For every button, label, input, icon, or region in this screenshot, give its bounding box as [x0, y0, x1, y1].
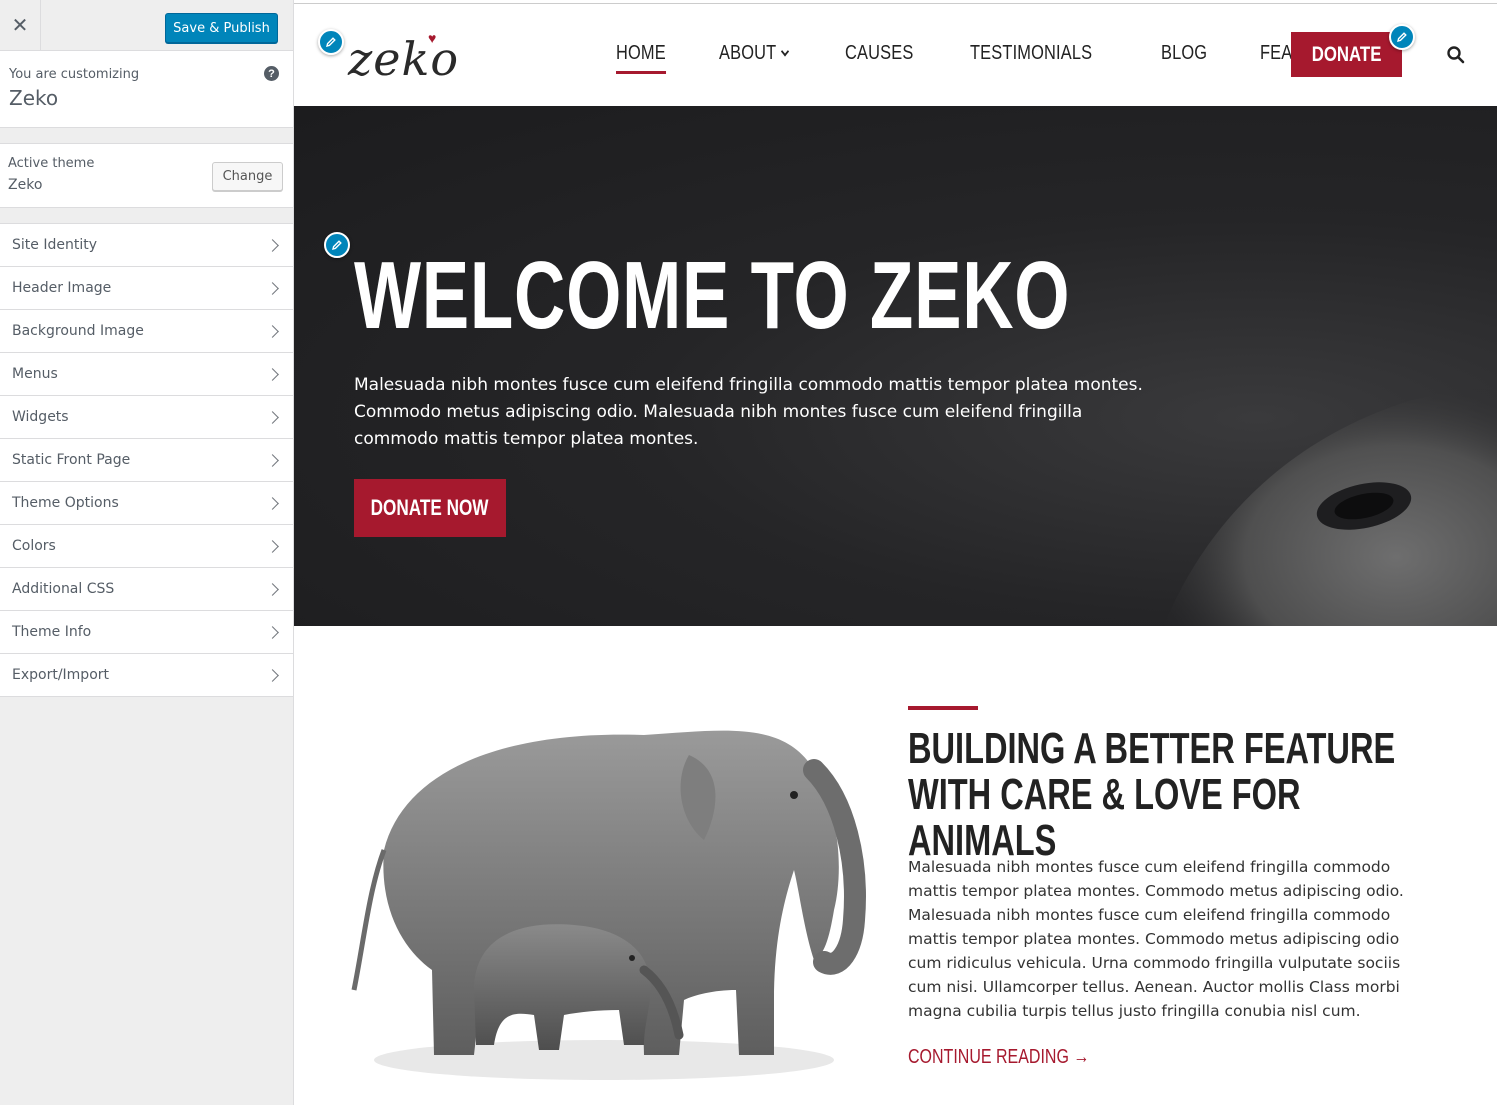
- nav-label: CAUSES: [844, 42, 914, 64]
- section-label: Additional CSS: [12, 581, 115, 597]
- save-publish-button[interactable]: Save & Publish: [165, 13, 278, 43]
- nav-home[interactable]: HOME: [616, 42, 666, 74]
- section-colors[interactable]: Colors: [0, 525, 293, 568]
- feature-accent-bar: [908, 706, 978, 710]
- section-label: Widgets: [12, 409, 69, 425]
- heart-icon: ♥: [428, 30, 437, 46]
- close-icon[interactable]: ✕: [0, 0, 41, 50]
- edit-hero-pencil-icon[interactable]: [324, 232, 350, 258]
- chevron-right-icon: [266, 238, 279, 252]
- section-background-image[interactable]: Background Image: [0, 310, 293, 353]
- nav-causes[interactable]: CAUSES: [845, 42, 913, 65]
- site-name: Zeko: [9, 86, 59, 110]
- section-header-image[interactable]: Header Image: [0, 267, 293, 310]
- chevron-right-icon: [266, 668, 279, 682]
- section-label: Theme Info: [12, 624, 92, 640]
- donate-now-button[interactable]: DONATE NOW: [354, 479, 506, 537]
- donate-now-label: DONATE NOW: [371, 495, 489, 520]
- section-label: Site Identity: [12, 237, 97, 253]
- donate-button[interactable]: DONATE: [1291, 32, 1402, 77]
- nav-about[interactable]: ABOUT: [718, 42, 789, 65]
- chevron-right-icon: [266, 582, 279, 596]
- nav-blog[interactable]: BLOG: [1161, 42, 1207, 65]
- customizer-sections: Site Identity Header Image Background Im…: [0, 223, 293, 697]
- customizer-info: You are customizing Zeko: [0, 51, 293, 128]
- chevron-right-icon: [266, 539, 279, 553]
- feature-title: BUILDING A BETTER FEATURE WITH CARE & LO…: [908, 724, 1396, 865]
- edit-logo-pencil-icon[interactable]: [318, 29, 344, 55]
- section-label: Menus: [12, 366, 58, 382]
- chevron-right-icon: [266, 453, 279, 467]
- continue-reading-link[interactable]: CONTINUE READING →: [908, 1046, 1089, 1069]
- section-site-identity[interactable]: Site Identity: [0, 224, 293, 267]
- nav-label: BLOG: [1161, 42, 1208, 64]
- customizer-header: ✕ Save & Publish: [0, 0, 293, 51]
- chevron-right-icon: [266, 281, 279, 295]
- chevron-right-icon: [266, 625, 279, 639]
- section-export-import[interactable]: Export/Import: [0, 654, 293, 697]
- active-theme-panel: Active theme Zeko Change: [0, 143, 293, 208]
- chevron-right-icon: [266, 324, 279, 338]
- site-logo[interactable]: zeko ♥: [348, 22, 459, 82]
- section-label: Static Front Page: [12, 452, 131, 468]
- edit-menu-pencil-icon[interactable]: [1389, 24, 1415, 50]
- capybara-image: [1163, 387, 1497, 626]
- nav-testimonials[interactable]: TESTIMONIALS: [970, 42, 1092, 65]
- chevron-right-icon: [266, 496, 279, 510]
- section-widgets[interactable]: Widgets: [0, 396, 293, 439]
- site-preview: zeko ♥ HOME ABOUT CAUSES TESTIMONIALS BL…: [294, 0, 1497, 1105]
- logo-text: zeko: [348, 32, 460, 86]
- donate-label: DONATE: [1311, 42, 1382, 66]
- section-theme-info[interactable]: Theme Info: [0, 611, 293, 654]
- hero-section: WELCOME TO ZEKO Malesuada nibh montes fu…: [294, 106, 1497, 626]
- hero-title: WELCOME TO ZEKO: [354, 242, 1071, 349]
- elephants-image: [351, 730, 866, 1080]
- section-menus[interactable]: Menus: [0, 353, 293, 396]
- section-theme-options[interactable]: Theme Options: [0, 482, 293, 525]
- change-theme-button[interactable]: Change: [212, 162, 283, 191]
- help-icon[interactable]: ?: [264, 66, 279, 81]
- hero-text: Malesuada nibh montes fusce cum eleifend…: [354, 375, 1143, 449]
- section-label: Export/Import: [12, 667, 110, 683]
- search-icon[interactable]: [1446, 45, 1466, 65]
- chevron-down-icon: [780, 46, 789, 57]
- customizer-sidebar: ✕ Save & Publish You are customizing Zek…: [0, 0, 294, 1105]
- section-label: Colors: [12, 538, 56, 554]
- nav-label: ABOUT: [718, 42, 777, 64]
- site-header: zeko ♥ HOME ABOUT CAUSES TESTIMONIALS BL…: [294, 4, 1497, 106]
- section-additional-css[interactable]: Additional CSS: [0, 568, 293, 611]
- customizing-label: You are customizing: [9, 67, 140, 82]
- chevron-right-icon: [266, 367, 279, 381]
- section-label: Header Image: [12, 280, 112, 296]
- nav-label: TESTIMONIALS: [970, 42, 1093, 64]
- section-label: Background Image: [12, 323, 144, 339]
- nav-label: HOME: [616, 42, 666, 64]
- feature-text: Malesuada nibh montes fusce cum eleifend…: [908, 858, 1404, 1020]
- section-static-front-page[interactable]: Static Front Page: [0, 439, 293, 482]
- section-label: Theme Options: [12, 495, 119, 511]
- chevron-right-icon: [266, 410, 279, 424]
